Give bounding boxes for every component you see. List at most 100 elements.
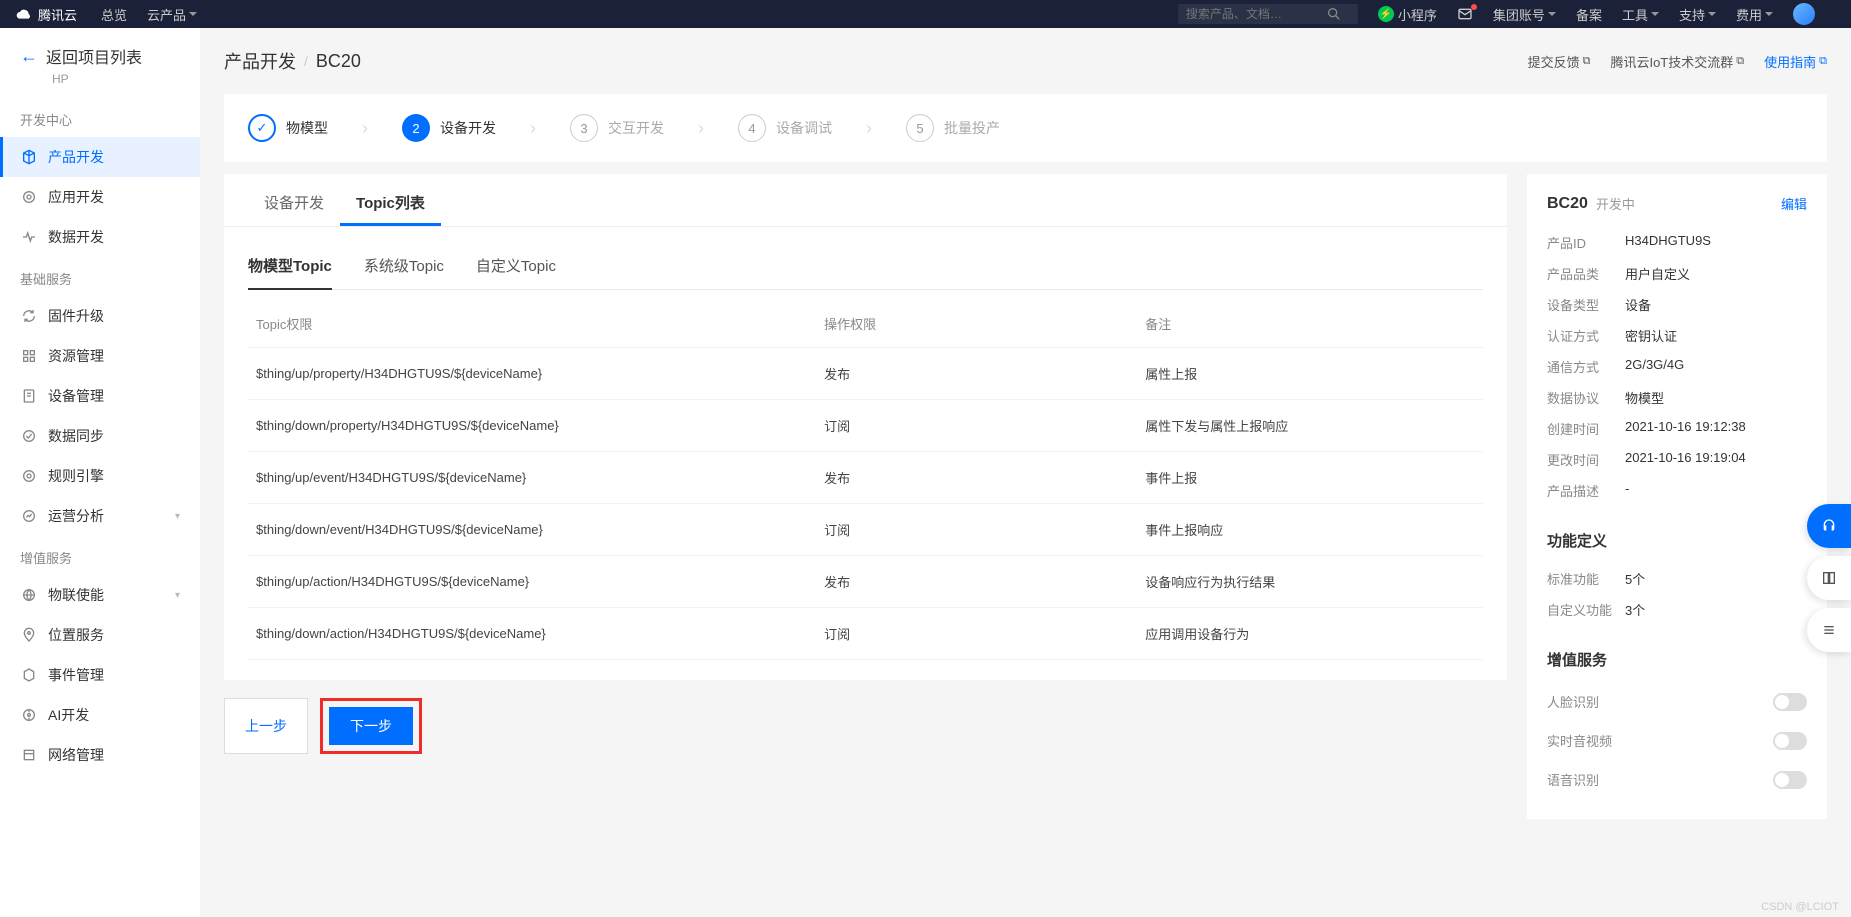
sidebar-item-1-2[interactable]: 设备管理 [0,376,200,416]
table-header: 备注 [1137,300,1483,348]
sidebar-item-0-0[interactable]: 产品开发 [0,137,200,177]
table-header: Topic权限 [248,300,816,348]
step-4[interactable]: 5批量投产 [906,114,1000,142]
inner-tab-0[interactable]: 物模型Topic [248,247,332,290]
detail-row: 通信方式2G/3G/4G [1547,351,1807,382]
func-value: 5个 [1625,569,1645,588]
detail-value: 用户自定义 [1625,264,1690,283]
product-status: 开发中 [1596,194,1635,213]
table-cell-perm: 发布 [816,452,1137,504]
nav-products[interactable]: 云产品 [147,5,197,24]
step-label: 批量投产 [944,118,1000,138]
detail-key: 设备类型 [1547,295,1625,314]
toggle-switch[interactable] [1773,693,1807,711]
breadcrumb: 产品开发 / BC20 提交反馈⧉腾讯云IoT技术交流群⧉使用指南⧉ [224,48,1827,74]
avatar[interactable] [1793,3,1815,25]
nav-tools[interactable]: 工具 [1622,5,1659,24]
next-button[interactable]: 下一步 [329,707,413,745]
nav-beian[interactable]: 备案 [1576,5,1602,24]
sidebar-item-1-5[interactable]: 运营分析▾ [0,496,200,536]
sidebar-item-label: 位置服务 [48,625,104,645]
sidebar-item-1-4[interactable]: 规则引擎 [0,456,200,496]
toggle-switch[interactable] [1773,771,1807,789]
table-row: $thing/down/action/H34DHGTU9S/${deviceNa… [248,608,1483,660]
highlight-annotation: 下一步 [320,698,422,754]
external-link-icon: ⧉ [1819,55,1827,68]
sidebar-item-2-1[interactable]: 位置服务 [0,615,200,655]
ai-icon [20,706,38,724]
step-2[interactable]: 3交互开发 [570,114,664,142]
sidebar-item-0-2[interactable]: 数据开发 [0,217,200,257]
layers-icon [20,188,38,206]
func-def-section: 功能定义 [1547,530,1807,551]
outer-tab-1[interactable]: Topic列表 [340,182,441,226]
sidebar-item-0-1[interactable]: 应用开发 [0,177,200,217]
table-cell-note: 设备响应行为执行结果 [1137,556,1483,608]
sidebar-item-2-2[interactable]: 事件管理 [0,655,200,695]
nav-fees[interactable]: 费用 [1736,5,1773,24]
list-icon [1821,622,1837,638]
step-3[interactable]: 4设备调试 [738,114,832,142]
detail-value: 2021-10-16 19:12:38 [1625,419,1746,438]
detail-row: 产品描述- [1547,475,1807,506]
support-chat-button[interactable] [1807,504,1851,548]
table-cell-topic: $thing/up/event/H34DHGTU9S/${deviceName} [248,452,816,504]
docs-button[interactable] [1807,556,1851,600]
project-name: HP [0,72,200,98]
table-cell-note: 事件上报响应 [1137,504,1483,556]
step-0[interactable]: ✓ 物模型 [248,114,328,142]
flow-icon [20,228,38,246]
func-row: 标准功能5个 [1547,563,1807,594]
search-box[interactable] [1178,4,1358,24]
step-number: ✓ [248,114,276,142]
table-row: $thing/up/property/H34DHGTU9S/${deviceNa… [248,348,1483,400]
detail-key: 产品品类 [1547,264,1625,283]
detail-row: 设备类型设备 [1547,289,1807,320]
cube-icon [20,148,38,166]
sidebar-item-1-0[interactable]: 固件升级 [0,296,200,336]
toggle-switch[interactable] [1773,732,1807,750]
watermark: CSDN @LCIOT [1761,901,1839,913]
edit-link[interactable]: 编辑 [1781,194,1807,213]
table-cell-perm: 订阅 [816,608,1137,660]
messages[interactable] [1457,6,1473,22]
page-action-2[interactable]: 使用指南⧉ [1764,52,1827,71]
table-cell-perm: 发布 [816,556,1137,608]
step-label: 物模型 [286,118,328,138]
step-divider: › [676,118,726,139]
mini-program[interactable]: ⚡小程序 [1378,5,1437,24]
inner-tab-1[interactable]: 系统级Topic [364,247,444,289]
step-number: 4 [738,114,766,142]
breadcrumb-root[interactable]: 产品开发 [224,48,296,74]
func-value: 3个 [1625,600,1645,619]
sidebar-item-2-0[interactable]: 物联使能▾ [0,575,200,615]
back-to-projects[interactable]: ← 返回项目列表 [0,28,200,72]
func-row: 自定义功能3个 [1547,594,1807,625]
detail-row: 产品IDH34DHGTU9S [1547,227,1807,258]
menu-button[interactable] [1807,608,1851,652]
search-input[interactable] [1186,7,1326,21]
table-cell-perm: 发布 [816,348,1137,400]
page-action-1[interactable]: 腾讯云IoT技术交流群⧉ [1610,52,1744,71]
sidebar-item-2-3[interactable]: AI开发 [0,695,200,735]
nav-support[interactable]: 支持 [1679,5,1716,24]
sidebar-item-label: 网络管理 [48,745,104,765]
sidebar-item-label: AI开发 [48,705,89,725]
target-icon [20,467,38,485]
globe-icon [20,586,38,604]
sidebar-item-2-4[interactable]: 网络管理 [0,735,200,775]
nav-overview[interactable]: 总览 [101,5,127,24]
step-1[interactable]: 2设备开发 [402,114,496,142]
sidebar-item-1-1[interactable]: 资源管理 [0,336,200,376]
sidebar-item-1-3[interactable]: 数据同步 [0,416,200,456]
detail-key: 认证方式 [1547,326,1625,345]
inner-tab-2[interactable]: 自定义Topic [476,247,556,289]
toggle-row-1: 实时音视频 [1547,721,1807,760]
account-menu[interactable]: 集团账号 [1493,5,1556,24]
prev-button[interactable]: 上一步 [224,698,308,754]
outer-tab-0[interactable]: 设备开发 [248,182,340,226]
table-row: $thing/up/event/H34DHGTU9S/${deviceName}… [248,452,1483,504]
table-cell-perm: 订阅 [816,400,1137,452]
page-action-0[interactable]: 提交反馈⧉ [1528,52,1591,71]
brand-logo[interactable]: 腾讯云 [16,5,77,24]
